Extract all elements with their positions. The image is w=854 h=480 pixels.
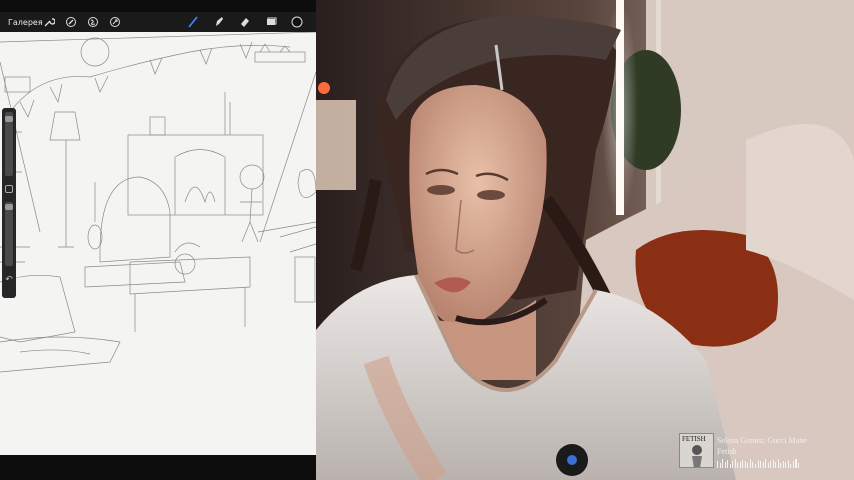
gallery-button[interactable]: Галерея bbox=[8, 18, 43, 27]
modify-button[interactable] bbox=[5, 185, 13, 193]
waveform-bar bbox=[798, 463, 800, 468]
waveform-bar bbox=[785, 462, 787, 468]
waveform-bar bbox=[787, 460, 789, 468]
layers-icon[interactable] bbox=[264, 15, 278, 29]
waveform-bar bbox=[722, 459, 724, 468]
sketch-canvas[interactable] bbox=[0, 31, 316, 455]
waveform-bar bbox=[729, 464, 731, 468]
waveform-bar bbox=[734, 459, 736, 468]
waveform-bar bbox=[790, 464, 792, 468]
waveform-bar bbox=[757, 460, 759, 468]
audio-waveform bbox=[717, 458, 800, 468]
waveform-bar bbox=[727, 460, 729, 468]
waveform-bar bbox=[747, 463, 749, 468]
brush-size-knob[interactable] bbox=[5, 116, 13, 122]
track-artist: Selena Gomez, Gucci Mane bbox=[717, 436, 807, 445]
waveform-bar bbox=[767, 463, 769, 468]
transform-icon[interactable] bbox=[108, 15, 122, 29]
track-title: Fetish bbox=[717, 447, 737, 456]
webcam-feed bbox=[316, 0, 854, 480]
selection-icon[interactable] bbox=[86, 15, 100, 29]
now-playing-widget: FETISH Selena Gomez, Gucci Mane Fetish bbox=[679, 433, 807, 471]
wrench-icon[interactable] bbox=[42, 15, 56, 29]
brush-icon[interactable] bbox=[186, 15, 200, 29]
waveform-bar bbox=[749, 459, 751, 468]
waveform-bar bbox=[744, 461, 746, 468]
brush-size-slider[interactable] bbox=[5, 112, 13, 176]
webcam-image bbox=[316, 0, 854, 480]
waveform-bar bbox=[782, 461, 784, 468]
color-icon[interactable] bbox=[290, 15, 304, 29]
waveform-bar bbox=[760, 461, 762, 468]
waveform-bar bbox=[777, 459, 779, 468]
waveform-bar bbox=[795, 459, 797, 468]
waveform-bar bbox=[717, 461, 719, 468]
opacity-knob[interactable] bbox=[5, 204, 13, 210]
waveform-bar bbox=[770, 461, 772, 468]
album-artwork: FETISH bbox=[679, 433, 714, 468]
waveform-bar bbox=[752, 462, 754, 468]
smudge-icon[interactable] bbox=[212, 15, 226, 29]
undo-icon[interactable]: ↶ bbox=[4, 274, 14, 284]
magic-wand-icon[interactable] bbox=[64, 15, 78, 29]
waveform-bar bbox=[754, 464, 756, 468]
waveform-bar bbox=[742, 460, 744, 468]
waveform-bar bbox=[737, 463, 739, 468]
waveform-bar bbox=[775, 462, 777, 468]
waveform-bar bbox=[732, 461, 734, 468]
waveform-bar bbox=[772, 460, 774, 468]
artwork-figure bbox=[692, 445, 702, 467]
opacity-slider[interactable] bbox=[5, 202, 13, 266]
waveform-bar bbox=[724, 462, 726, 468]
waveform-bar bbox=[739, 462, 741, 468]
waveform-bar bbox=[792, 461, 794, 468]
waveform-bar bbox=[780, 463, 782, 468]
drawing-app: Галерея ↶ bbox=[0, 0, 316, 480]
waveform-bar bbox=[719, 463, 721, 468]
waveform-bar bbox=[765, 459, 767, 468]
brush-sidebar: ↶ bbox=[2, 108, 16, 298]
eraser-icon[interactable] bbox=[238, 15, 252, 29]
room-sketch bbox=[0, 31, 316, 373]
waveform-bar bbox=[762, 462, 764, 468]
top-toolbar: Галерея bbox=[0, 12, 316, 32]
